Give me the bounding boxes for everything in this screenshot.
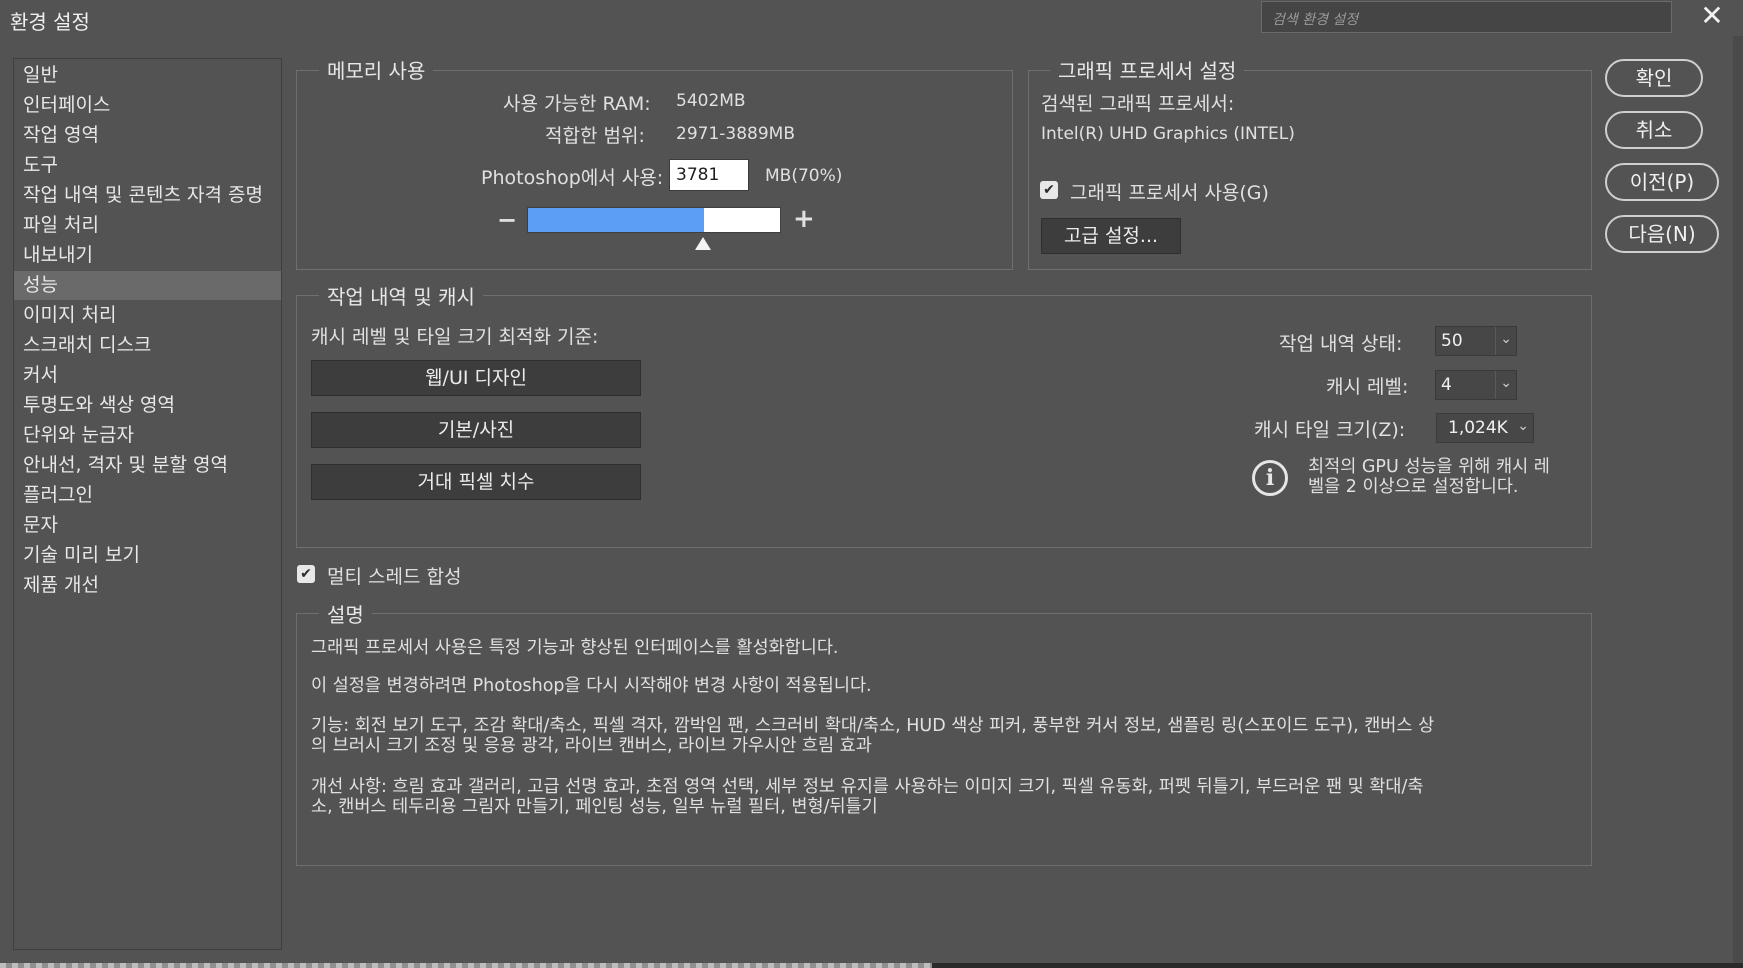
history-cache-legend: 작업 내역 및 캐시 <box>319 281 483 310</box>
bottom-strip <box>0 963 1743 968</box>
cache-levels-label: 캐시 레벨: <box>1326 376 1409 398</box>
ok-button[interactable]: 확인 <box>1605 59 1703 97</box>
cache-info-line2: 벨을 2 이상으로 설정합니다. <box>1308 477 1519 497</box>
cache-optimize-label: 캐시 레벨 및 타일 크기 최적화 기준: <box>311 326 599 348</box>
web-ui-design-button[interactable]: 웹/UI 디자인 <box>311 360 641 396</box>
chevron-down-icon: ⌄ <box>1500 331 1512 347</box>
available-ram-value: 5402MB <box>676 91 746 111</box>
info-icon: i <box>1252 460 1288 496</box>
history-states-value: 50 <box>1441 331 1463 351</box>
cache-tile-label: 캐시 타일 크기(Z): <box>1254 419 1406 441</box>
chevron-down-icon: ⌄ <box>1517 418 1529 434</box>
sidebar-item-tools[interactable]: 도구 <box>14 151 281 180</box>
ideal-range-label: 적합한 범위: <box>545 125 645 147</box>
prev-button[interactable]: 이전(P) <box>1605 163 1719 201</box>
sidebar-item-image-processing[interactable]: 이미지 처리 <box>14 301 281 330</box>
sidebar-item-scratch-disks[interactable]: 스크래치 디스크 <box>14 331 281 360</box>
cache-levels-select[interactable]: 4 ⌄ <box>1435 370 1517 400</box>
description-line: 그래픽 프로세서 사용은 특정 기능과 향상된 인터페이스를 활성화합니다. <box>311 638 839 658</box>
chevron-down-icon: ⌄ <box>1500 375 1512 391</box>
cache-tile-value: 1,024K <box>1448 418 1508 438</box>
sidebar-item-file-handling[interactable]: 파일 처리 <box>14 211 281 240</box>
ideal-range-value: 2971-3889MB <box>676 124 795 144</box>
sidebar-item-general[interactable]: 일반 <box>14 61 281 90</box>
photoshop-memory-input[interactable]: 3781 <box>669 159 749 191</box>
title-bar: 환경 설정 검색 환경 설정 ✕ <box>0 0 1743 36</box>
cache-levels-value: 4 <box>1441 375 1452 395</box>
sidebar-item-transparency-gamut[interactable]: 투명도와 색상 영역 <box>14 391 281 420</box>
multithread-checkbox[interactable]: ✔ <box>297 565 315 583</box>
search-input[interactable]: 검색 환경 설정 <box>1261 1 1672 33</box>
sidebar-item-cursors[interactable]: 커서 <box>14 361 281 390</box>
sidebar-item-type[interactable]: 문자 <box>14 511 281 540</box>
sidebar-item-export[interactable]: 내보내기 <box>14 241 281 270</box>
gpu-settings-legend: 그래픽 프로세서 설정 <box>1050 55 1245 84</box>
detected-gpu-value: Intel(R) UHD Graphics (INTEL) <box>1041 124 1295 144</box>
sidebar-item-history-credentials[interactable]: 작업 내역 및 콘텐츠 자격 증명 <box>14 181 281 210</box>
use-gpu-checkbox[interactable]: ✔ <box>1040 181 1058 199</box>
cancel-button[interactable]: 취소 <box>1605 111 1703 149</box>
history-states-select[interactable]: 50 ⌄ <box>1435 326 1517 356</box>
sidebar-item-tech-previews[interactable]: 기술 미리 보기 <box>14 541 281 570</box>
memory-unit-label: MB(70%) <box>765 166 843 186</box>
description-line: 소, 캔버스 테두리용 그림자 만들기, 페인팅 성능, 일부 뉴럴 필터, 변… <box>311 797 878 817</box>
default-photo-button[interactable]: 기본/사진 <box>311 412 641 448</box>
history-states-label: 작업 내역 상태: <box>1279 333 1403 355</box>
sidebar-item-units-rulers[interactable]: 단위와 눈금자 <box>14 421 281 450</box>
minus-icon[interactable]: − <box>497 206 517 234</box>
sidebar-item-interface[interactable]: 인터페이스 <box>14 91 281 120</box>
memory-slider-fill <box>528 208 704 232</box>
memory-slider-thumb[interactable] <box>695 237 711 250</box>
description-line: 의 브러시 크기 조정 및 응용 광각, 라이브 캔버스, 라이브 가우시안 흐… <box>311 736 872 756</box>
available-ram-label: 사용 가능한 RAM: <box>503 93 651 115</box>
memory-slider[interactable] <box>527 207 781 233</box>
photoshop-use-label: Photoshop에서 사용: <box>481 167 664 189</box>
sidebar-item-guides-grid[interactable]: 안내선, 격자 및 분할 영역 <box>14 451 281 480</box>
sidebar-item-workspace[interactable]: 작업 영역 <box>14 121 281 150</box>
huge-pixel-button[interactable]: 거대 픽셀 치수 <box>311 464 641 500</box>
sidebar-item-product-improvement[interactable]: 제품 개선 <box>14 571 281 600</box>
use-gpu-label: 그래픽 프로세서 사용(G) <box>1070 182 1269 204</box>
cache-tile-select[interactable]: 1,024K ⌄ <box>1436 413 1534 443</box>
sidebar-item-performance[interactable]: 성능 <box>14 271 281 300</box>
plus-icon[interactable]: + <box>793 204 815 234</box>
detected-gpu-label: 검색된 그래픽 프로세서: <box>1041 93 1235 115</box>
preferences-sidebar: 일반 인터페이스 작업 영역 도구 작업 내역 및 콘텐츠 자격 증명 파일 처… <box>13 58 282 950</box>
memory-usage-legend: 메모리 사용 <box>319 55 434 84</box>
next-button[interactable]: 다음(N) <box>1605 215 1719 253</box>
window-edge <box>1733 36 1743 963</box>
description-line: 이 설정을 변경하려면 Photoshop을 다시 시작해야 변경 사항이 적용… <box>311 676 872 696</box>
dialog-title: 환경 설정 <box>10 10 90 34</box>
advanced-settings-button[interactable]: 고급 설정... <box>1041 218 1181 254</box>
sidebar-item-plugins[interactable]: 플러그인 <box>14 481 281 510</box>
close-icon[interactable]: ✕ <box>1697 0 1727 34</box>
multithread-label: 멀티 스레드 합성 <box>327 566 462 588</box>
description-legend: 설명 <box>319 599 372 628</box>
